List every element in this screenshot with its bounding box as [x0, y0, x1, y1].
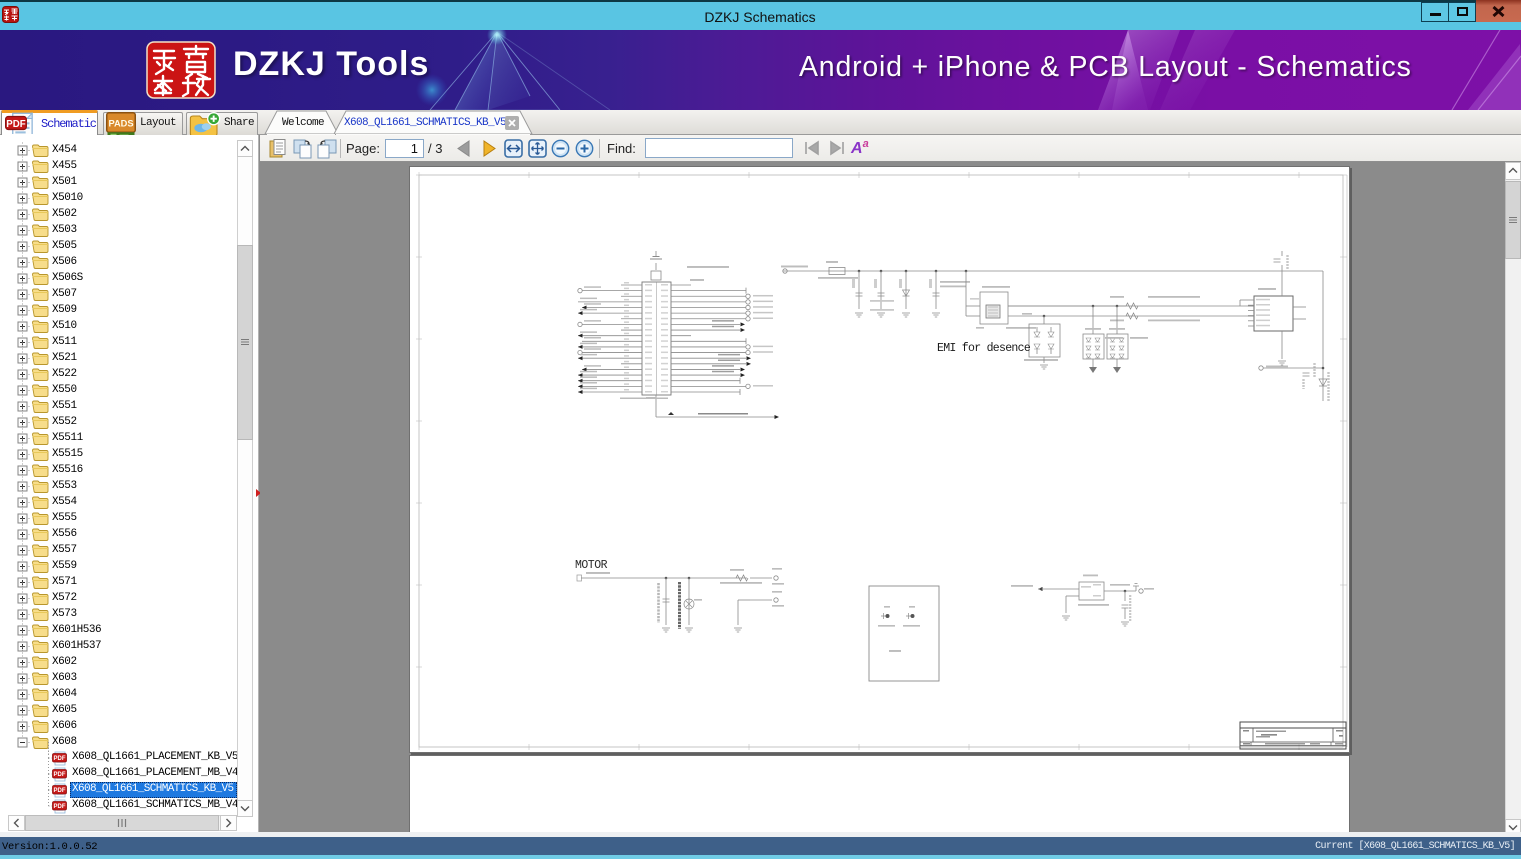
- svg-text:PDF: PDF: [54, 788, 66, 794]
- svg-text:MOTOR: MOTOR: [575, 559, 608, 572]
- svg-text:EMI for desence: EMI for desence: [937, 342, 1031, 355]
- svg-text:PDF: PDF: [54, 804, 66, 810]
- svg-text:PDF: PDF: [6, 119, 25, 130]
- svg-text:PADS: PADS: [108, 118, 133, 128]
- svg-text:PDF: PDF: [54, 772, 66, 778]
- svg-text:PDF: PDF: [54, 756, 66, 762]
